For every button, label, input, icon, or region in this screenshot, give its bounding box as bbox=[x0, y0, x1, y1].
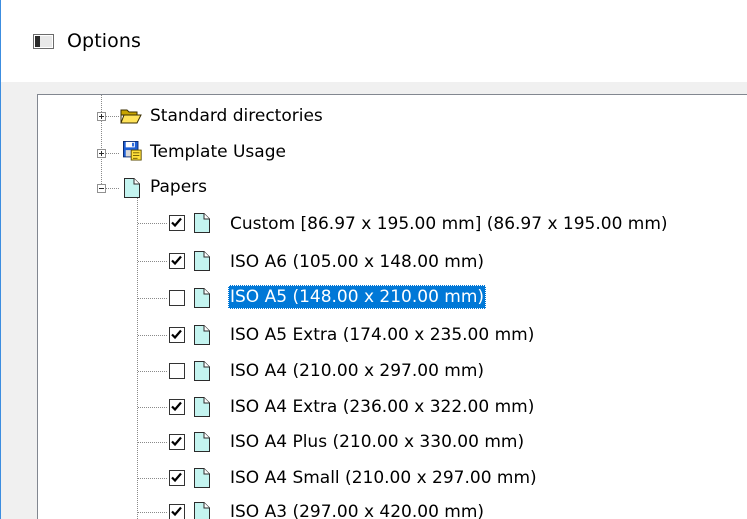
tree-line bbox=[138, 407, 168, 408]
save-template-icon bbox=[123, 141, 142, 161]
tree-line bbox=[138, 335, 168, 336]
paper-document-icon bbox=[194, 397, 210, 417]
tree-line bbox=[138, 298, 168, 299]
document-icon bbox=[124, 178, 140, 198]
paper-label[interactable]: ISO A5 Extra (174.00 x 235.00 mm) bbox=[228, 323, 536, 347]
window-title: Options bbox=[67, 30, 142, 52]
paper-document-icon bbox=[194, 468, 210, 488]
paper-label-selected[interactable]: ISO A5 (148.00 x 210.00 mm) bbox=[228, 285, 487, 309]
expand-toggle-standard-directories[interactable] bbox=[97, 112, 106, 121]
tree-line bbox=[106, 116, 120, 117]
tree-line bbox=[138, 512, 168, 513]
paper-checkbox[interactable] bbox=[169, 253, 185, 269]
window-app-icon bbox=[33, 34, 54, 49]
paper-label[interactable]: ISO A4 Plus (210.00 x 330.00 mm) bbox=[228, 430, 526, 454]
paper-checkbox[interactable] bbox=[169, 434, 185, 450]
folder-open-icon bbox=[120, 109, 142, 124]
paper-checkbox[interactable] bbox=[169, 470, 185, 486]
paper-document-icon bbox=[194, 213, 210, 233]
tree-node-standard-directories[interactable]: Standard directories bbox=[148, 104, 325, 128]
paper-checkbox[interactable] bbox=[169, 215, 185, 231]
paper-label[interactable]: ISO A4 Extra (236.00 x 322.00 mm) bbox=[228, 395, 536, 419]
tree-line bbox=[138, 261, 168, 262]
paper-document-icon bbox=[194, 325, 210, 345]
tree-line bbox=[106, 153, 120, 154]
collapse-toggle-papers[interactable] bbox=[97, 184, 106, 193]
paper-checkbox[interactable] bbox=[169, 363, 185, 379]
tree-line bbox=[138, 442, 168, 443]
tree-line bbox=[138, 478, 168, 479]
paper-label[interactable]: ISO A3 (297.00 x 420.00 mm) bbox=[228, 500, 486, 519]
paper-label[interactable]: ISO A6 (105.00 x 148.00 mm) bbox=[228, 250, 486, 274]
paper-checkbox[interactable] bbox=[169, 399, 185, 415]
paper-document-icon bbox=[194, 251, 210, 271]
tree-node-papers[interactable]: Papers bbox=[148, 175, 209, 199]
tree-node-template-usage[interactable]: Template Usage bbox=[148, 140, 288, 164]
paper-label[interactable]: ISO A4 Small (210.00 x 297.00 mm) bbox=[228, 466, 539, 490]
tree-line bbox=[137, 198, 138, 519]
paper-document-icon bbox=[194, 432, 210, 452]
paper-checkbox[interactable] bbox=[169, 504, 185, 519]
paper-checkbox[interactable] bbox=[169, 327, 185, 343]
tree-line bbox=[138, 223, 168, 224]
tree-line bbox=[138, 371, 168, 372]
tree-line bbox=[106, 188, 120, 189]
options-window: Options Standard directories Template Us… bbox=[0, 0, 747, 519]
paper-checkbox[interactable] bbox=[169, 290, 185, 306]
tree-line bbox=[101, 95, 102, 193]
paper-document-icon bbox=[194, 502, 210, 519]
paper-label[interactable]: Custom [86.97 x 195.00 mm] (86.97 x 195.… bbox=[228, 212, 670, 236]
expand-toggle-template-usage[interactable] bbox=[97, 149, 106, 158]
paper-document-icon bbox=[194, 288, 210, 308]
paper-label[interactable]: ISO A4 (210.00 x 297.00 mm) bbox=[228, 359, 486, 383]
paper-document-icon bbox=[194, 361, 210, 381]
options-tree[interactable]: Standard directories Template Usage Pape… bbox=[37, 94, 747, 519]
title-bar[interactable]: Options bbox=[1, 0, 747, 82]
